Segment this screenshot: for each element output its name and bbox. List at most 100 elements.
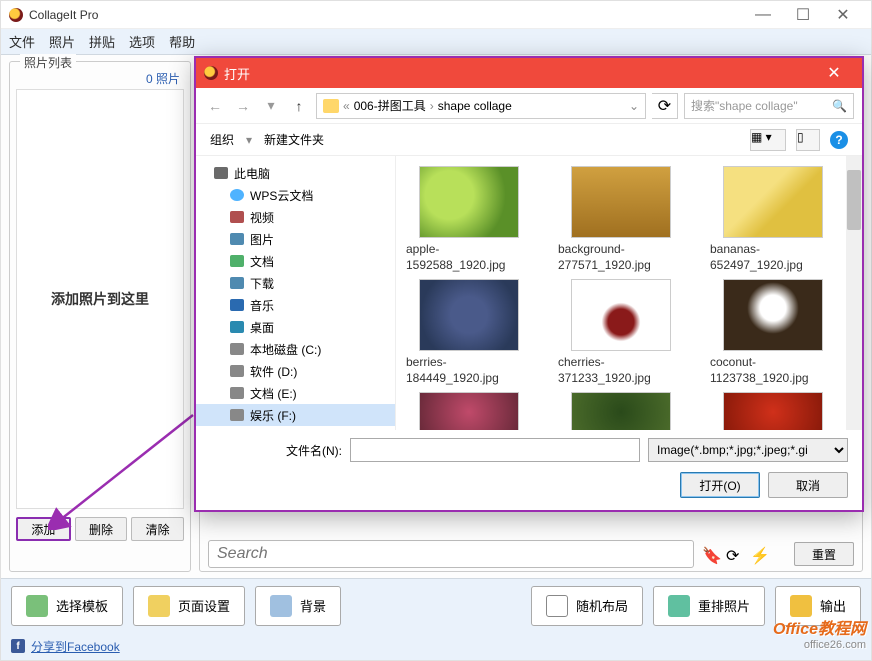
dialog-navbar: ← → ▾ ↑ « 006-拼图工具 › shape collage ⌄ ⟳ 搜… bbox=[196, 88, 862, 124]
reset-button[interactable]: 重置 bbox=[794, 542, 854, 566]
photo-list-panel: 照片列表 0 照片 添加照片到这里 添加 删除 清除 bbox=[9, 61, 191, 572]
new-folder-button[interactable]: 新建文件夹 bbox=[264, 131, 324, 148]
file-item[interactable]: berries-184449_1920.jpg bbox=[406, 279, 532, 386]
minimize-button[interactable]: — bbox=[743, 1, 783, 29]
file-item-partial[interactable] bbox=[406, 392, 532, 430]
tree-item-label: 娱乐 (F:) bbox=[250, 407, 296, 424]
tree-item-label: 音乐 bbox=[250, 297, 274, 314]
tree-item[interactable]: 下载 bbox=[196, 272, 395, 294]
nav-up-button[interactable]: ↑ bbox=[288, 95, 310, 117]
file-thumbnail bbox=[571, 166, 671, 238]
tree-item[interactable]: 桌面 bbox=[196, 316, 395, 338]
file-item[interactable]: cherries-371233_1920.jpg bbox=[558, 279, 684, 386]
search-input[interactable] bbox=[208, 540, 694, 568]
dialog-title: 打开 bbox=[224, 64, 808, 83]
tree-item-icon bbox=[230, 277, 244, 289]
dialog-search-input[interactable]: 搜索"shape collage" 🔍 bbox=[684, 93, 854, 119]
menu-photo[interactable]: 照片 bbox=[49, 32, 75, 51]
file-item-partial[interactable] bbox=[710, 392, 836, 430]
file-thumbnail bbox=[723, 279, 823, 351]
background-button[interactable]: 背景 bbox=[255, 586, 341, 626]
tree-item-label: 文档 (E:) bbox=[250, 385, 297, 402]
menubar: 文件 照片 拼贴 选项 帮助 bbox=[1, 29, 871, 55]
tree-item[interactable]: 视频 bbox=[196, 206, 395, 228]
rotate-icon bbox=[668, 595, 690, 617]
path-seg2[interactable]: shape collage bbox=[438, 99, 512, 113]
file-thumbnail bbox=[723, 392, 823, 430]
flash-icon[interactable]: ⚡ bbox=[750, 546, 766, 562]
address-bar[interactable]: « 006-拼图工具 › shape collage ⌄ bbox=[316, 93, 646, 119]
nav-forward-button[interactable]: → bbox=[232, 95, 254, 117]
tree-item[interactable]: 文档 bbox=[196, 250, 395, 272]
file-item[interactable]: apple-1592588_1920.jpg bbox=[406, 166, 532, 273]
nav-recent-button[interactable]: ▾ bbox=[260, 95, 282, 117]
file-grid[interactable]: apple-1592588_1920.jpg background-277571_… bbox=[396, 156, 862, 430]
grid-scrollbar[interactable] bbox=[846, 156, 862, 430]
add-photo-button[interactable]: 添加 bbox=[16, 517, 71, 541]
nav-back-button[interactable]: ← bbox=[204, 95, 226, 117]
dialog-close-button[interactable]: ✕ bbox=[814, 58, 854, 88]
menu-collage[interactable]: 拼贴 bbox=[89, 32, 115, 51]
open-button[interactable]: 打开(O) bbox=[680, 472, 760, 498]
help-icon[interactable]: ? bbox=[830, 131, 848, 149]
page-setup-button[interactable]: 页面设置 bbox=[133, 586, 245, 626]
select-template-button[interactable]: 选择模板 bbox=[11, 586, 123, 626]
filename-input[interactable] bbox=[350, 438, 640, 462]
tree-item-label: 桌面 bbox=[250, 319, 274, 336]
tree-item-icon bbox=[230, 343, 244, 355]
menu-help[interactable]: 帮助 bbox=[169, 32, 195, 51]
background-icon bbox=[270, 595, 292, 617]
cancel-button[interactable]: 取消 bbox=[768, 472, 848, 498]
tree-item-icon bbox=[230, 365, 244, 377]
rearrange-button[interactable]: 重排照片 bbox=[653, 586, 765, 626]
tree-item[interactable]: 本地磁盘 (C:) bbox=[196, 338, 395, 360]
tree-item-icon bbox=[230, 299, 244, 311]
open-dialog: 打开 ✕ ← → ▾ ↑ « 006-拼图工具 › shape collage … bbox=[194, 56, 864, 512]
view-mode-button[interactable]: ▦ ▾ bbox=[750, 129, 786, 151]
footer: f 分享到Facebook bbox=[1, 632, 871, 660]
organize-menu[interactable]: 组织 bbox=[210, 131, 234, 148]
tree-item[interactable]: 此电脑 bbox=[196, 162, 395, 184]
file-item[interactable]: coconut-1123738_1920.jpg bbox=[710, 279, 836, 386]
menu-file[interactable]: 文件 bbox=[9, 32, 35, 51]
preview-pane-button[interactable]: ▯ bbox=[796, 129, 820, 151]
close-button[interactable]: ✕ bbox=[823, 1, 863, 29]
tree-item[interactable]: 软件 (D:) bbox=[196, 360, 395, 382]
dialog-app-icon bbox=[204, 66, 218, 80]
file-item[interactable]: bananas-652497_1920.jpg bbox=[710, 166, 836, 273]
random-layout-button[interactable]: 随机布局 bbox=[531, 586, 643, 626]
search-icon: 🔍 bbox=[832, 99, 847, 113]
facebook-icon[interactable]: f bbox=[11, 639, 25, 653]
file-name: background-277571_1920.jpg bbox=[558, 242, 684, 273]
tree-item-icon bbox=[230, 189, 244, 201]
photo-count: 0 照片 bbox=[16, 68, 184, 89]
tree-item-label: 图片 bbox=[250, 231, 274, 248]
filetype-filter[interactable]: Image(*.bmp;*.jpg;*.jpeg;*.gi bbox=[648, 438, 848, 462]
file-name: bananas-652497_1920.jpg bbox=[710, 242, 836, 273]
app-icon bbox=[9, 8, 23, 22]
dice-icon bbox=[546, 595, 568, 617]
clear-photo-button[interactable]: 清除 bbox=[131, 517, 184, 541]
folder-tree[interactable]: 此电脑WPS云文档视频图片文档下载音乐桌面本地磁盘 (C:)软件 (D:) 文档 … bbox=[196, 156, 396, 430]
tree-item-icon bbox=[230, 387, 244, 399]
tree-item-icon bbox=[230, 233, 244, 245]
menu-options[interactable]: 选项 bbox=[129, 32, 155, 51]
path-seg1[interactable]: 006-拼图工具 bbox=[354, 97, 426, 114]
file-item[interactable]: background-277571_1920.jpg bbox=[558, 166, 684, 273]
maximize-button[interactable]: ☐ bbox=[783, 1, 823, 29]
share-facebook-link[interactable]: 分享到Facebook bbox=[31, 638, 120, 655]
tree-item[interactable]: 娱乐 (F:) bbox=[196, 404, 395, 426]
tree-item[interactable]: 文档 (E:) bbox=[196, 382, 395, 404]
tree-item[interactable]: 图片 bbox=[196, 228, 395, 250]
refresh-icon[interactable]: ⟳ bbox=[726, 546, 742, 562]
refresh-button[interactable]: ⟳ bbox=[652, 93, 678, 119]
tree-item[interactable]: 音乐 bbox=[196, 294, 395, 316]
delete-photo-button[interactable]: 删除 bbox=[75, 517, 128, 541]
photo-drop-zone[interactable]: 添加照片到这里 bbox=[16, 89, 184, 509]
tree-item[interactable]: WPS云文档 bbox=[196, 184, 395, 206]
file-thumbnail bbox=[419, 279, 519, 351]
filename-label: 文件名(N): bbox=[286, 442, 342, 459]
tag-icon[interactable]: 🔖 bbox=[702, 546, 718, 562]
dialog-footer: 文件名(N): Image(*.bmp;*.jpg;*.jpeg;*.gi 打开… bbox=[196, 430, 862, 510]
file-item-partial[interactable] bbox=[558, 392, 684, 430]
